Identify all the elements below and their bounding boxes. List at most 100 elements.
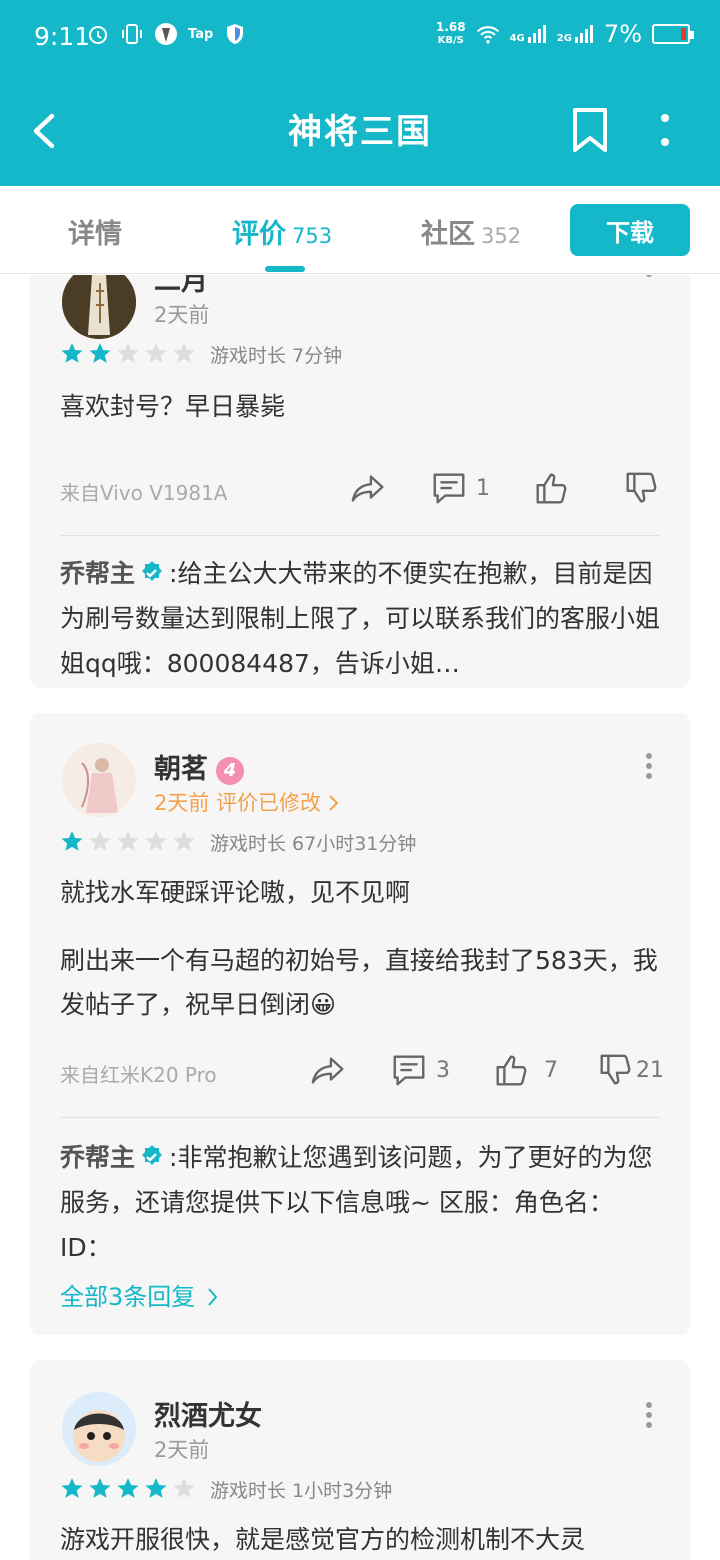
developer-reply[interactable]: 乔帮主:非常抱歉让您遇到该问题，为了更好的为您服务，还请您提供下以下信息哦~ 区… bbox=[60, 1135, 660, 1270]
star-empty-icon bbox=[173, 1478, 195, 1498]
app-notification-icon bbox=[154, 22, 178, 46]
star-filled-icon bbox=[145, 1478, 167, 1498]
alarm-icon bbox=[86, 22, 110, 46]
vibrate-icon bbox=[120, 22, 144, 46]
review-username[interactable]: 二月 bbox=[154, 275, 208, 298]
star-empty-icon bbox=[89, 831, 111, 851]
wifi-icon bbox=[476, 22, 500, 46]
more-options-button[interactable] bbox=[650, 110, 680, 150]
star-empty-icon bbox=[117, 343, 139, 363]
bookmark-icon bbox=[573, 108, 607, 152]
review-username[interactable]: 朝茗 4 bbox=[154, 747, 244, 786]
page-title: 神将三国 bbox=[288, 112, 432, 152]
review-time: 2天前 bbox=[154, 1438, 210, 1462]
signal-2g-icon: 2G bbox=[557, 24, 594, 44]
battery-icon bbox=[652, 24, 694, 44]
review-text[interactable]: 就找水军硬踩评论嗷，见不见啊 bbox=[60, 871, 660, 915]
status-icons-right: 1.68 KB/S 4G 2G 7% bbox=[435, 20, 694, 48]
review-more-icon[interactable] bbox=[644, 751, 654, 781]
comment-button[interactable]: 1 bbox=[430, 469, 490, 507]
reply-divider bbox=[60, 535, 660, 536]
star-filled-icon bbox=[61, 1478, 83, 1498]
status-icons-left: Tap bbox=[86, 22, 247, 46]
play-duration: 游戏时长 67小时31分钟 bbox=[210, 833, 417, 855]
download-button[interactable]: 下载 bbox=[570, 204, 690, 256]
review-time: 2天前 bbox=[154, 303, 210, 327]
share-icon bbox=[311, 1057, 344, 1084]
comment-button[interactable]: 3 bbox=[390, 1051, 450, 1089]
tab-reviews[interactable]: 评价 753 bbox=[232, 212, 332, 251]
comment-count: 3 bbox=[436, 1057, 450, 1083]
star-filled-icon bbox=[61, 343, 83, 363]
battery-percent: 7% bbox=[603, 20, 642, 48]
avatar[interactable] bbox=[62, 1392, 136, 1466]
reply-divider bbox=[60, 1117, 660, 1118]
like-button[interactable]: 7 bbox=[492, 1051, 558, 1089]
chevron-right-icon bbox=[329, 795, 339, 811]
thumbs-down-icon bbox=[626, 472, 657, 503]
like-count: 7 bbox=[544, 1057, 558, 1083]
share-icon bbox=[351, 475, 384, 502]
vertical-dots-icon bbox=[661, 114, 669, 146]
review-username[interactable]: 烈酒尤女 bbox=[154, 1394, 262, 1433]
developer-reply[interactable]: 乔帮主:给主公大大带来的不便实在抱歉，目前是因为刷号数量达到限制上限了，可以联系… bbox=[60, 551, 660, 687]
all-replies-link[interactable]: 全部3条回复 bbox=[60, 1277, 219, 1312]
signal-4g-icon: 4G bbox=[510, 24, 547, 44]
reply-author: 乔帮主 bbox=[60, 559, 136, 588]
thumbs-down-icon bbox=[600, 1054, 631, 1085]
star-empty-icon bbox=[145, 343, 167, 363]
dislike-count: 21 bbox=[636, 1057, 664, 1083]
review-edited-link[interactable]: 评价已修改 bbox=[216, 791, 321, 815]
review-text[interactable]: 游戏开服很快，就是感觉官方的检测机制不大灵 bbox=[60, 1518, 660, 1560]
thumbs-up-icon bbox=[536, 473, 567, 504]
shield-icon bbox=[223, 22, 247, 46]
tab-bar: 详情 评价 753 社区 352 下载 bbox=[0, 186, 720, 274]
review-more-icon[interactable] bbox=[644, 1400, 654, 1430]
share-button[interactable] bbox=[310, 1051, 348, 1089]
comment-icon bbox=[393, 1055, 425, 1086]
like-button[interactable] bbox=[532, 469, 570, 507]
comment-count: 1 bbox=[476, 475, 490, 501]
top-bar: 9:11 Tap 1.68 KB/S 4G 2G 7% 神将三国 bbox=[0, 0, 720, 186]
star-empty-icon bbox=[117, 831, 139, 851]
avatar[interactable] bbox=[62, 275, 136, 339]
review-device: 来自Vivo V1981A bbox=[60, 481, 228, 505]
avatar[interactable] bbox=[62, 743, 136, 817]
review-card: 二月 2天前 游戏时长 7分钟 喜欢封号？早日暴毙 来自Vivo V1981A … bbox=[30, 275, 690, 688]
verified-icon bbox=[142, 1145, 163, 1165]
reviews-count: 753 bbox=[292, 224, 333, 248]
review-more-icon[interactable] bbox=[644, 275, 654, 299]
share-button[interactable] bbox=[350, 469, 388, 507]
active-tab-indicator bbox=[265, 266, 305, 272]
user-level-badge: 4 bbox=[216, 756, 244, 785]
dislike-button[interactable]: 21 bbox=[596, 1051, 664, 1089]
community-count: 352 bbox=[481, 224, 522, 248]
comment-icon bbox=[433, 473, 465, 504]
net-speed: 1.68 KB/S bbox=[435, 20, 466, 47]
review-text[interactable]: 刷出来一个有马超的初始号，直接给我封了583天，我发帖子了，祝早日倒闭😀 bbox=[60, 939, 660, 1027]
chevron-right-icon bbox=[208, 1288, 218, 1306]
star-rating bbox=[60, 341, 196, 365]
verified-icon bbox=[142, 561, 163, 581]
review-time: 2天前 bbox=[154, 791, 210, 815]
review-card: 烈酒尤女 2天前 游戏时长 1小时3分钟 游戏开服很快，就是感觉官方的检测机制不… bbox=[30, 1360, 690, 1560]
star-rating bbox=[60, 1476, 196, 1500]
tap-notification-icon: Tap bbox=[188, 26, 214, 42]
bookmark-button[interactable] bbox=[570, 106, 610, 154]
star-filled-icon bbox=[89, 343, 111, 363]
review-device: 来自红米K20 Pro bbox=[60, 1063, 217, 1087]
play-duration: 游戏时长 1小时3分钟 bbox=[210, 1480, 393, 1502]
review-text[interactable]: 喜欢封号？早日暴毙 bbox=[60, 385, 660, 429]
status-bar: 9:11 Tap 1.68 KB/S 4G 2G 7% bbox=[0, 0, 720, 76]
star-filled-icon bbox=[89, 1478, 111, 1498]
play-duration: 游戏时长 7分钟 bbox=[210, 345, 343, 367]
star-filled-icon bbox=[117, 1478, 139, 1498]
star-empty-icon bbox=[173, 343, 195, 363]
dislike-button[interactable] bbox=[622, 469, 660, 507]
star-empty-icon bbox=[173, 831, 195, 851]
review-meta[interactable]: 2天前 评价已修改 bbox=[154, 787, 340, 817]
reviews-list[interactable]: 二月 2天前 游戏时长 7分钟 喜欢封号？早日暴毙 来自Vivo V1981A … bbox=[0, 275, 720, 1560]
tab-details[interactable]: 详情 bbox=[68, 212, 122, 251]
tab-community[interactable]: 社区 352 bbox=[421, 212, 521, 251]
reply-author: 乔帮主 bbox=[60, 1143, 136, 1172]
